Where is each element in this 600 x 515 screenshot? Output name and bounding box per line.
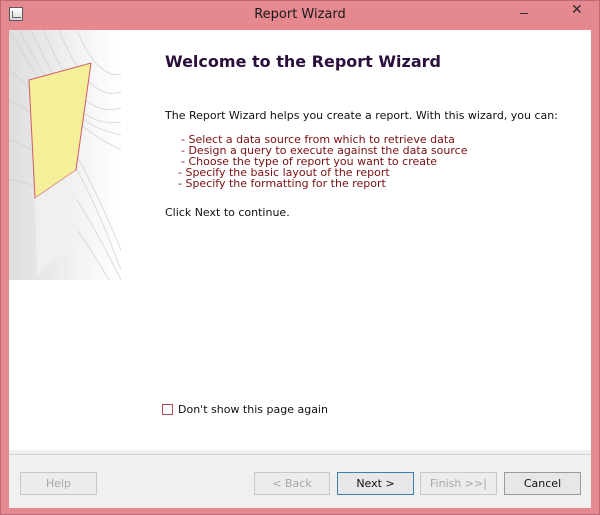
finish-button[interactable]: Finish >>| — [420, 472, 497, 495]
wizard-document-illustration — [9, 30, 121, 280]
help-button[interactable]: Help — [20, 472, 97, 495]
feature-list: - Select a data source from which to ret… — [178, 134, 467, 190]
continue-text: Click Next to continue. — [165, 206, 290, 219]
dont-show-label[interactable]: Don't show this page again — [178, 403, 328, 416]
minimize-button[interactable] — [511, 1, 537, 23]
document-art-icon — [9, 30, 121, 280]
dont-show-checkbox[interactable] — [162, 404, 173, 415]
divider — [9, 454, 591, 455]
close-icon: ✕ — [571, 2, 583, 18]
back-button[interactable]: < Back — [254, 472, 330, 495]
wizard-content: Welcome to the Report Wizard The Report … — [9, 30, 591, 450]
close-button[interactable]: ✕ — [555, 1, 599, 23]
window-title: Report Wizard — [254, 7, 346, 22]
title-bar[interactable]: Report Wizard ✕ — [1, 1, 599, 29]
intro-text: The Report Wizard helps you create a rep… — [165, 109, 558, 122]
next-button[interactable]: Next > — [337, 472, 414, 495]
wizard-body: Welcome to the Report Wizard The Report … — [9, 30, 591, 508]
page-title: Welcome to the Report Wizard — [165, 52, 441, 71]
list-item: - Specify the formatting for the report — [178, 177, 386, 190]
cancel-button[interactable]: Cancel — [504, 472, 581, 495]
report-wizard-window: Report Wizard ✕ Welcome to the Report Wi… — [0, 0, 600, 515]
